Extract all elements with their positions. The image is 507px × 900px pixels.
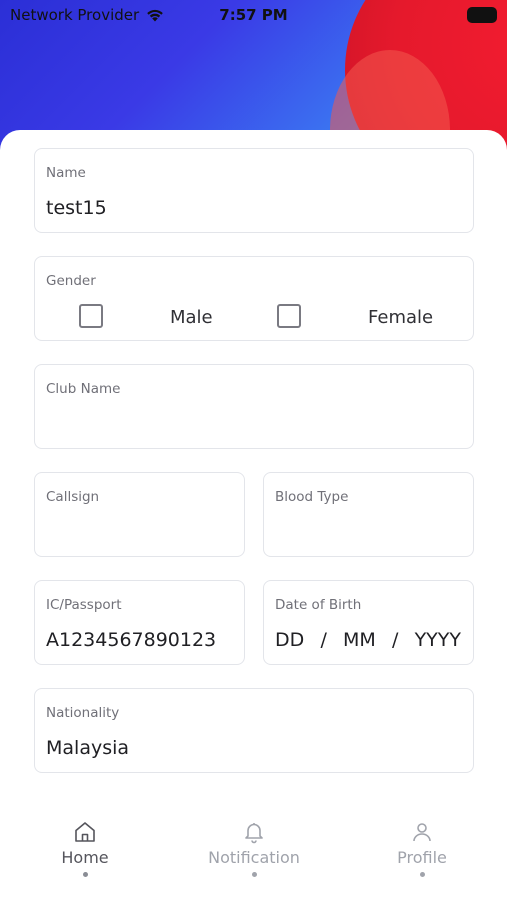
dob-separator: /	[391, 629, 399, 651]
status-bar: Network Provider 7:57 PM	[0, 0, 507, 32]
date-of-birth-field[interactable]: Date of Birth DD / MM / YYYY	[263, 580, 474, 665]
gender-field: Gender Male Female	[34, 256, 474, 341]
nationality-field[interactable]: Nationality Malaysia	[34, 688, 474, 773]
date-of-birth-label: Date of Birth	[275, 597, 362, 613]
tab-home-label: Home	[61, 848, 109, 867]
blood-type-field[interactable]: Blood Type	[263, 472, 474, 557]
bell-icon	[245, 823, 263, 844]
ic-passport-value: A1234567890123	[46, 629, 217, 651]
club-name-label: Club Name	[46, 381, 121, 397]
tab-profile-label: Profile	[397, 848, 447, 867]
name-label: Name	[46, 165, 86, 181]
club-name-field[interactable]: Club Name	[34, 364, 474, 449]
nationality-value: Malaysia	[46, 737, 130, 759]
female-checkbox[interactable]	[277, 304, 301, 328]
dob-day[interactable]: DD	[275, 629, 304, 651]
gender-label: Gender	[46, 273, 96, 289]
name-value: test15	[46, 197, 107, 219]
date-of-birth-input[interactable]: DD / MM / YYYY	[275, 629, 461, 651]
form-sheet: Name test15 Gender Male Female Club Name…	[0, 130, 507, 900]
tab-home[interactable]: Home	[15, 808, 155, 877]
tab-profile[interactable]: Profile	[352, 808, 492, 877]
profile-icon	[413, 823, 431, 842]
ic-passport-field[interactable]: IC/Passport A1234567890123	[34, 580, 245, 665]
nationality-label: Nationality	[46, 705, 120, 721]
bottom-tab-bar: Home Notification Profile	[0, 808, 507, 900]
dob-separator: /	[320, 629, 327, 651]
callsign-label: Callsign	[46, 489, 100, 505]
female-label[interactable]: Female	[368, 307, 433, 328]
status-time: 7:57 PM	[219, 6, 288, 24]
male-checkbox[interactable]	[79, 304, 103, 328]
tab-notification-label: Notification	[208, 848, 300, 867]
tab-indicator-dot	[251, 872, 257, 877]
male-label[interactable]: Male	[170, 307, 213, 328]
ic-passport-label: IC/Passport	[46, 597, 122, 613]
home-icon	[75, 822, 95, 842]
dob-year[interactable]: YYYY	[415, 629, 461, 651]
blood-type-label: Blood Type	[275, 489, 349, 505]
name-field[interactable]: Name test15	[34, 148, 474, 233]
tab-notification[interactable]: Notification	[184, 808, 324, 877]
tab-indicator-dot	[419, 872, 425, 877]
callsign-field[interactable]: Callsign	[34, 472, 245, 557]
battery-icon	[469, 9, 495, 21]
dob-month[interactable]: MM	[343, 629, 376, 651]
tab-indicator-dot	[82, 872, 88, 877]
